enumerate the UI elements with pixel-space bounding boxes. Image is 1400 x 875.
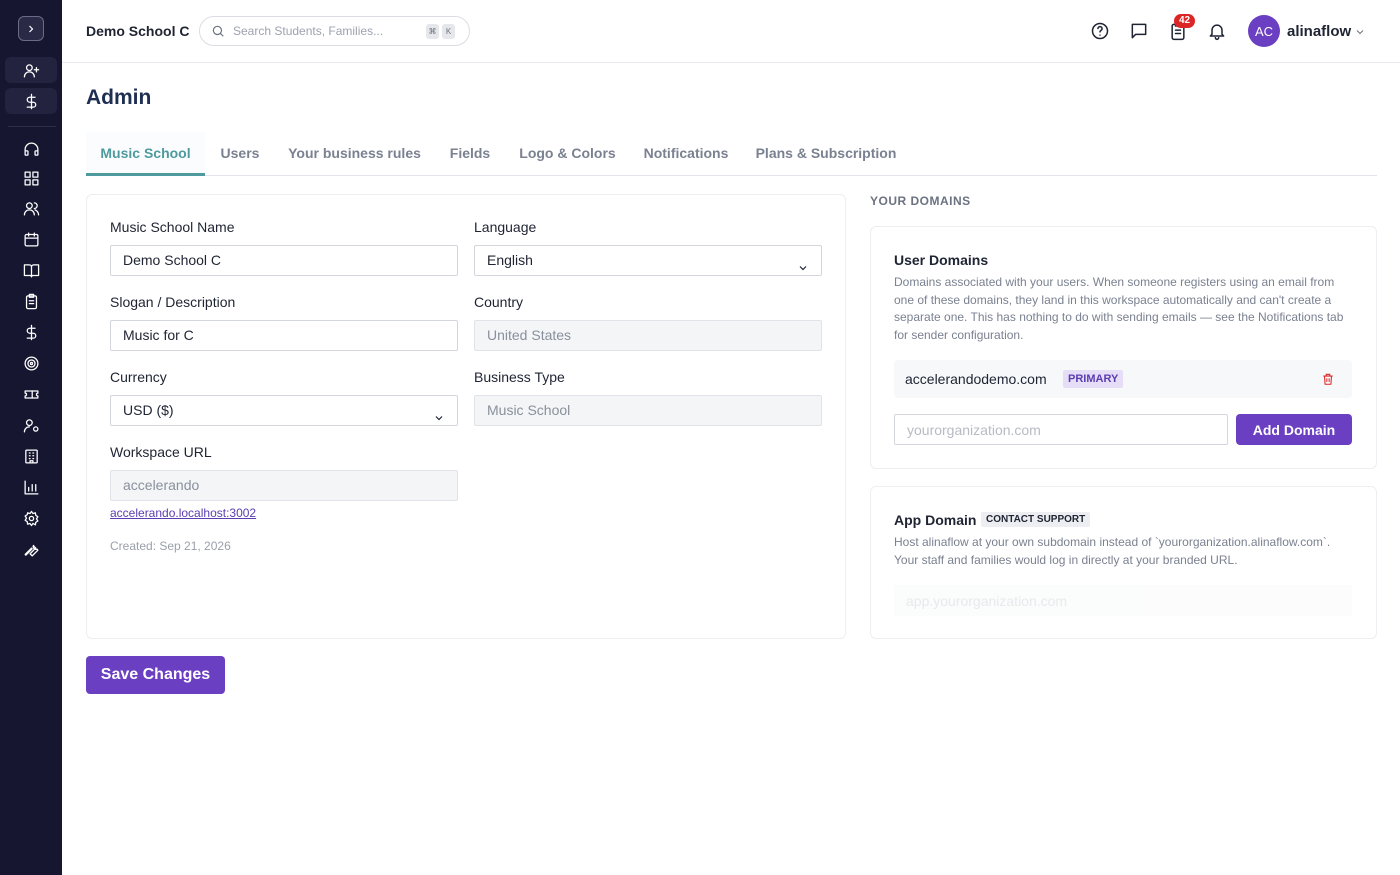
user-name[interactable]: alinaflow bbox=[1287, 23, 1351, 40]
target-icon bbox=[23, 355, 39, 371]
help-circle-icon bbox=[1091, 22, 1109, 40]
sidebar bbox=[0, 0, 62, 875]
tab-fields[interactable]: Fields bbox=[443, 132, 497, 176]
language-label: Language bbox=[474, 219, 537, 235]
workspace-url-link[interactable]: accelerando.localhost:3002 bbox=[110, 506, 256, 520]
sidebar-item-support[interactable] bbox=[5, 136, 57, 162]
messages-button[interactable] bbox=[1129, 21, 1149, 41]
shortcut-key-cmd: ⌘ bbox=[426, 23, 439, 39]
workspace-url-label: Workspace URL bbox=[110, 444, 212, 460]
school-name-label: Music School Name bbox=[110, 219, 235, 235]
notifications-button[interactable] bbox=[1207, 21, 1227, 41]
slogan-input[interactable]: Music for C bbox=[110, 320, 458, 351]
tab-music-school[interactable]: Music School bbox=[86, 132, 205, 176]
shortcut-key-k: K bbox=[442, 23, 455, 39]
tab-plans-subscription[interactable]: Plans & Subscription bbox=[752, 132, 900, 176]
sidebar-item-tools[interactable] bbox=[5, 536, 57, 562]
business-type-label: Business Type bbox=[474, 369, 565, 385]
currency-label: Currency bbox=[110, 369, 167, 385]
tab-business-rules[interactable]: Your business rules bbox=[283, 132, 426, 176]
sidebar-item-library[interactable] bbox=[5, 257, 57, 283]
created-date: Created: Sep 21, 2026 bbox=[110, 539, 231, 553]
app-domain-input bbox=[894, 585, 1352, 616]
wrench-icon bbox=[23, 544, 39, 557]
app-domain-title: App Domain bbox=[894, 512, 977, 528]
sidebar-item-organization[interactable] bbox=[5, 443, 57, 469]
ticket-icon bbox=[23, 389, 39, 399]
tasks-count-badge: 42 bbox=[1174, 14, 1195, 28]
add-domain-button[interactable]: Add Domain bbox=[1236, 414, 1352, 445]
dollar-icon bbox=[26, 93, 36, 109]
user-domains-description: Domains associated with your users. When… bbox=[894, 275, 1344, 342]
message-square-icon bbox=[1131, 23, 1147, 39]
chevron-down-icon bbox=[797, 255, 809, 284]
business-type-field: Music School bbox=[474, 395, 822, 426]
domains-section-title: YOUR DOMAINS bbox=[870, 194, 971, 208]
user-menu-toggle[interactable] bbox=[1354, 25, 1366, 43]
school-name: Demo School C bbox=[86, 23, 190, 39]
dashboard-icon bbox=[23, 170, 39, 186]
domain-input[interactable] bbox=[894, 414, 1228, 445]
workspace-url-field: accelerando bbox=[110, 470, 458, 501]
sidebar-item-reports[interactable] bbox=[5, 474, 57, 500]
help-button[interactable] bbox=[1090, 21, 1110, 41]
bell-icon bbox=[1209, 24, 1225, 41]
user-settings-icon bbox=[23, 418, 39, 433]
page-title: Admin bbox=[86, 86, 152, 109]
sidebar-item-goals[interactable] bbox=[5, 350, 57, 376]
app-domain-description: Host alinaflow at your own subdomain ins… bbox=[894, 535, 1331, 567]
search-input[interactable] bbox=[233, 24, 423, 38]
user-plus-icon bbox=[23, 63, 39, 78]
sidebar-item-payments[interactable] bbox=[5, 319, 57, 345]
slogan-label: Slogan / Description bbox=[110, 294, 236, 310]
chevron-down-icon bbox=[433, 405, 445, 434]
sidebar-item-users[interactable] bbox=[5, 195, 57, 221]
gear-icon bbox=[23, 510, 39, 526]
save-changes-button[interactable]: Save Changes bbox=[86, 656, 225, 694]
sidebar-item-dashboard[interactable] bbox=[5, 165, 57, 191]
tab-logo-colors[interactable]: Logo & Colors bbox=[514, 132, 621, 176]
sidebar-item-add-user[interactable] bbox=[5, 57, 57, 83]
top-bar: Demo School C ⌘ K 42 AC alinaflow bbox=[62, 0, 1400, 63]
delete-domain-button[interactable] bbox=[1321, 372, 1335, 391]
tab-notifications[interactable]: Notifications bbox=[639, 132, 733, 176]
currency-select[interactable]: USD ($) bbox=[110, 395, 458, 426]
book-icon bbox=[23, 263, 39, 278]
users-icon bbox=[23, 201, 39, 216]
clipboard-icon bbox=[25, 293, 37, 309]
school-name-input[interactable]: Demo School C bbox=[110, 245, 458, 276]
building-icon bbox=[24, 448, 38, 464]
sidebar-item-tickets[interactable] bbox=[5, 381, 57, 407]
sidebar-item-billing[interactable] bbox=[5, 88, 57, 114]
domain-name: accelerandodemo.com bbox=[905, 371, 1047, 387]
chevron-down-icon bbox=[1356, 30, 1364, 35]
sidebar-toggle-button[interactable] bbox=[18, 16, 44, 41]
search-bar[interactable]: ⌘ K bbox=[199, 16, 470, 46]
chevron-right-icon bbox=[29, 25, 34, 32]
currency-value: USD ($) bbox=[123, 402, 174, 418]
tab-users[interactable]: Users bbox=[213, 132, 267, 176]
sidebar-item-settings[interactable] bbox=[5, 505, 57, 531]
sidebar-divider bbox=[8, 126, 56, 127]
calendar-icon bbox=[23, 231, 39, 247]
user-avatar[interactable]: AC bbox=[1248, 15, 1280, 47]
sidebar-item-user-settings[interactable] bbox=[5, 412, 57, 438]
country-field: United States bbox=[474, 320, 822, 351]
headset-icon bbox=[23, 141, 39, 156]
admin-tabs: Music School Users Your business rules F… bbox=[86, 132, 1377, 176]
language-value: English bbox=[487, 252, 533, 268]
domain-row: accelerandodemo.com PRIMARY bbox=[894, 360, 1352, 398]
sidebar-item-tasks[interactable] bbox=[5, 288, 57, 314]
language-select[interactable]: English bbox=[474, 245, 822, 276]
search-icon bbox=[212, 25, 224, 37]
country-label: Country bbox=[474, 294, 524, 310]
contact-support-badge: CONTACT SUPPORT bbox=[981, 512, 1091, 527]
sidebar-item-calendar[interactable] bbox=[5, 226, 57, 252]
primary-badge: PRIMARY bbox=[1063, 370, 1124, 388]
bar-chart-icon bbox=[23, 479, 39, 495]
user-domains-title: User Domains bbox=[894, 252, 989, 268]
trash-icon bbox=[1323, 373, 1333, 385]
dollar-icon bbox=[26, 324, 36, 340]
